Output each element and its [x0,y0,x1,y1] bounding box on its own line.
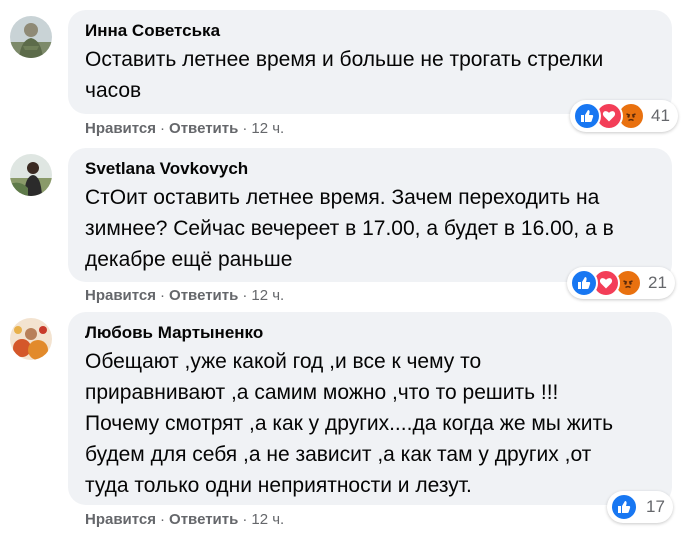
comment-actions: Нравится · Ответить · 12 ч. [85,119,284,139]
comment-actions: Нравится · Ответить · 12 ч. [85,510,284,530]
comment-bubble: Svetlana Vovkovych СтОит оставить летнее… [68,148,672,282]
comment-text: СтОит оставить летнее время. Зачем перех… [85,186,614,271]
separator-dot: · [242,120,248,137]
separator-dot: · [242,511,248,528]
comment-timestamp[interactable]: 12 ч. [251,511,284,528]
reactions-summary[interactable]: 41 [570,100,678,132]
reply-button[interactable]: Ответить [169,511,238,528]
comment-text: Обещают ,уже какой год ,и все к чему то … [85,350,614,497]
reaction-count: 17 [646,497,665,516]
comment-actions: Нравится · Ответить · 12 ч. [85,286,284,306]
separator-dot: · [242,287,248,304]
comment-author[interactable]: Svetlana Vovkovych [85,158,656,180]
comment-bubble: Инна Советська Оставить летнее время и б… [68,10,672,114]
like-icon [570,269,598,297]
like-button[interactable]: Нравится [85,120,156,137]
separator-dot: · [160,287,166,304]
avatar[interactable] [10,154,52,196]
separator-dot: · [160,511,166,528]
reaction-count: 21 [648,273,667,292]
reactions-summary[interactable]: 21 [567,267,675,299]
reactions-summary[interactable]: 17 [607,491,673,523]
comment-bubble: Любовь Мартыненко Обещают ,уже какой год… [68,312,672,505]
separator-dot: · [160,120,166,137]
like-icon [610,493,638,521]
avatar[interactable] [10,16,52,58]
comment-timestamp[interactable]: 12 ч. [251,287,284,304]
like-icon [573,102,601,130]
avatar[interactable] [10,318,52,360]
reply-button[interactable]: Ответить [169,287,238,304]
reaction-count: 41 [651,106,670,125]
like-button[interactable]: Нравится [85,287,156,304]
comment-author[interactable]: Инна Советська [85,20,656,42]
comment-timestamp[interactable]: 12 ч. [251,120,284,137]
reply-button[interactable]: Ответить [169,120,238,137]
comment-author[interactable]: Любовь Мартыненко [85,322,656,344]
comment-text: Оставить летнее время и больше не трогат… [85,48,604,102]
like-button[interactable]: Нравится [85,511,156,528]
